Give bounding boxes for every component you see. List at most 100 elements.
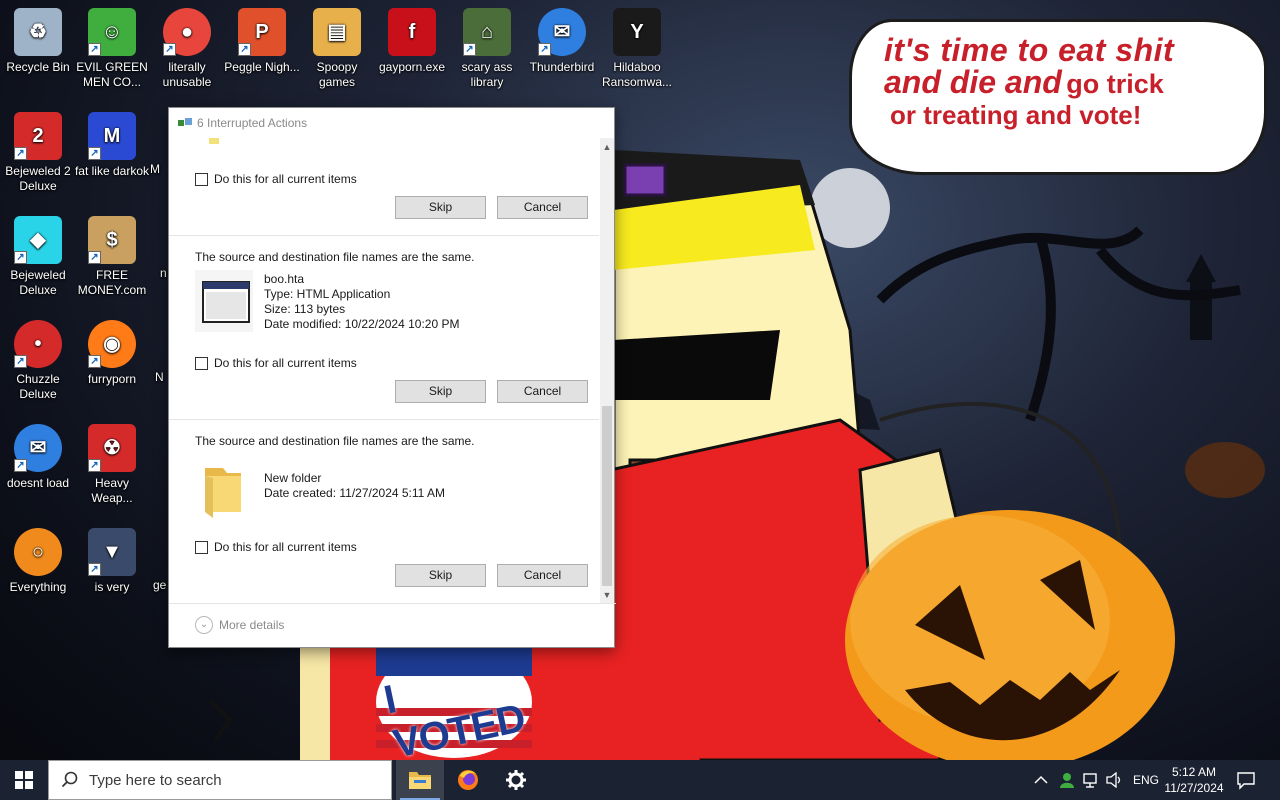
tray-people[interactable]	[1058, 760, 1076, 800]
taskbar-search[interactable]	[48, 760, 392, 800]
desktop-icon-label: scary ass library	[461, 60, 513, 89]
show-hidden-icons[interactable]	[1034, 760, 1048, 800]
desktop-icon-evil-green-men[interactable]: ☺ ↗ EVIL GREEN MEN CO...	[74, 8, 150, 90]
skip-button[interactable]: Skip	[395, 196, 486, 219]
speech-line-3: or treating and vote!	[890, 100, 1142, 130]
desktop-icon-peggle[interactable]: P ↗ Peggle Nigh...	[224, 8, 300, 75]
file-name: New folder	[264, 471, 322, 485]
taskbar: ENG 5:12 AM 11/27/2024	[0, 760, 1280, 800]
file-date: Date modified: 10/22/2024 10:20 PM	[264, 317, 460, 331]
desktop-icon-chuzzle[interactable]: • ↗ Chuzzle Deluxe	[0, 320, 76, 402]
desktop-icon-label: Spoopy games	[316, 60, 358, 89]
tray-clock[interactable]: 5:12 AM 11/27/2024	[1158, 764, 1230, 796]
tray-language[interactable]: ENG	[1133, 760, 1159, 800]
do-for-all-checkbox-row[interactable]: Do this for all current items	[195, 172, 357, 186]
desktop-icon-label: Thunderbird	[529, 60, 595, 74]
desktop-icon-gayporn-exe[interactable]: f gayporn.exe	[374, 8, 450, 75]
mpl-icon: M ↗	[88, 112, 136, 160]
cancel-button[interactable]: Cancel	[497, 196, 588, 219]
do-for-all-checkbox-row[interactable]: Do this for all current items	[195, 356, 357, 370]
desktop-icon-hildaboo[interactable]: Y Hildaboo Ransomwa...	[599, 8, 675, 90]
section-divider	[169, 235, 599, 236]
desktop-icon-thunderbird-top[interactable]: ✉ ↗ Thunderbird	[524, 8, 600, 75]
checkbox-label: Do this for all current items	[214, 172, 357, 186]
more-details-label: More details	[219, 618, 285, 632]
start-button[interactable]	[0, 760, 48, 800]
clock-date: 11/27/2024	[1164, 781, 1224, 795]
desktop-icon-scary-ass-library[interactable]: ⌂ ↗ scary ass library	[449, 8, 525, 90]
desktop-icon-recycle-bin[interactable]: ♻ Recycle Bin	[0, 8, 76, 75]
flash-icon: f	[388, 8, 436, 56]
desktop-icon-label: Recycle Bin	[6, 60, 70, 74]
folder-icon	[195, 456, 255, 520]
copy-files-icon	[178, 118, 192, 126]
desktop-icon-free-money[interactable]: $ ↗ FREE MONEY.com	[74, 216, 150, 298]
money-bag-icon: $ ↗	[88, 216, 136, 264]
desktop-icon-label: literally unusable	[162, 60, 212, 89]
cancel-button[interactable]: Cancel	[497, 564, 588, 587]
desktop-icon-bejeweled[interactable]: ◆ ↗ Bejeweled Deluxe	[0, 216, 76, 298]
people-icon	[1060, 773, 1074, 788]
chevron-down-icon[interactable]: ⌄	[195, 616, 213, 634]
section-divider	[169, 419, 599, 420]
chevron-up-icon	[1034, 775, 1048, 784]
taskbar-file-explorer[interactable]	[396, 760, 444, 800]
desktop-icon-label: EVIL GREEN MEN CO...	[76, 60, 148, 89]
desktop-icon-fat-like-darkok[interactable]: M ↗ fat like darkok	[74, 112, 150, 179]
scroll-up-icon[interactable]: ▲	[600, 140, 614, 154]
shortcut-arrow-icon: ↗	[88, 355, 101, 368]
taskbar-settings[interactable]	[492, 760, 540, 800]
scrollbar-thumb[interactable]	[602, 406, 612, 586]
search-ring-icon: ○	[14, 528, 62, 576]
more-details-toggle[interactable]: ⌄ More details	[195, 616, 284, 634]
desktop-icon-label: Hildaboo Ransomwa...	[601, 60, 673, 89]
thunderbird-icon: ✉ ↗	[538, 8, 586, 56]
search-icon	[61, 771, 78, 788]
shortcut-arrow-icon: ↗	[14, 355, 27, 368]
action-center-button[interactable]	[1236, 770, 1256, 790]
tray-network[interactable]	[1083, 760, 1101, 800]
people-icon: ☺ ↗	[88, 8, 136, 56]
do-for-all-checkbox-row[interactable]: Do this for all current items	[195, 540, 357, 554]
clock-time: 5:12 AM	[1171, 765, 1217, 779]
mpl-shield-icon: ▼ ↗	[88, 528, 136, 576]
shortcut-arrow-icon: ↗	[88, 147, 101, 160]
search-input[interactable]	[89, 771, 369, 789]
desktop-icon-is-very[interactable]: ▼ ↗ is very	[74, 528, 150, 595]
conflict-message: The source and destination file names ar…	[195, 434, 475, 448]
file-explorer-icon	[409, 772, 431, 789]
shortcut-arrow-icon: ↗	[88, 251, 101, 264]
desktop-icon-heavy-weapons[interactable]: ☢ ↗ Heavy Weap...	[74, 424, 150, 506]
tray-volume[interactable]	[1106, 760, 1124, 800]
skip-button[interactable]: Skip	[395, 380, 486, 403]
taskbar-firefox[interactable]	[444, 760, 492, 800]
scroll-down-icon[interactable]: ▼	[600, 588, 614, 602]
do-for-all-checkbox[interactable]	[195, 172, 208, 186]
dialog-scroll-area[interactable]: Do this for all current items Skip Cance…	[169, 138, 616, 603]
do-for-all-checkbox[interactable]	[195, 356, 208, 370]
desktop-icon-furryporn[interactable]: ◉ ↗ furryporn	[74, 320, 150, 387]
hta-window-icon	[195, 270, 255, 334]
dialog-title-bar[interactable]: 6 Interrupted Actions	[169, 108, 614, 138]
notification-icon	[1237, 772, 1255, 790]
interrupted-actions-dialog: 6 Interrupted Actions Do this for all cu…	[168, 107, 616, 648]
desktop-icon-label: FREE MONEY.com	[77, 268, 147, 297]
desktop-icon-label: Peggle Nigh...	[224, 60, 300, 74]
desktop-icon-doesnt-load[interactable]: ✉ ↗ doesnt load	[0, 424, 76, 491]
dialog-scrollbar[interactable]: ▲ ▼	[600, 138, 614, 603]
peggle-icon: P ↗	[238, 8, 286, 56]
cancel-button[interactable]: Cancel	[497, 380, 588, 403]
desktop-icon-label: Bejeweled Deluxe	[10, 268, 66, 297]
desktop-icon-literally-unusable[interactable]: ● ↗ literally unusable	[149, 8, 225, 90]
desktop-icon-everything[interactable]: ○ Everything	[0, 528, 76, 595]
desktop-icon-bejeweled-2[interactable]: 2 ↗ Bejeweled 2 Deluxe	[0, 112, 76, 194]
file-name: boo.hta	[264, 272, 305, 286]
skip-button[interactable]: Skip	[395, 564, 486, 587]
desktop-icon-label: furryporn	[87, 372, 137, 386]
speech-bubble-text: it's time to eat shit and die and go tri…	[884, 34, 1244, 128]
desktop-icon-spoopy-games[interactable]: ▤ Spoopy games	[299, 8, 375, 90]
chrome-icon: ● ↗	[163, 8, 211, 56]
file-size: Size: 113 bytes	[264, 302, 346, 316]
do-for-all-checkbox[interactable]	[195, 540, 208, 554]
shortcut-arrow-icon: ↗	[88, 43, 101, 56]
